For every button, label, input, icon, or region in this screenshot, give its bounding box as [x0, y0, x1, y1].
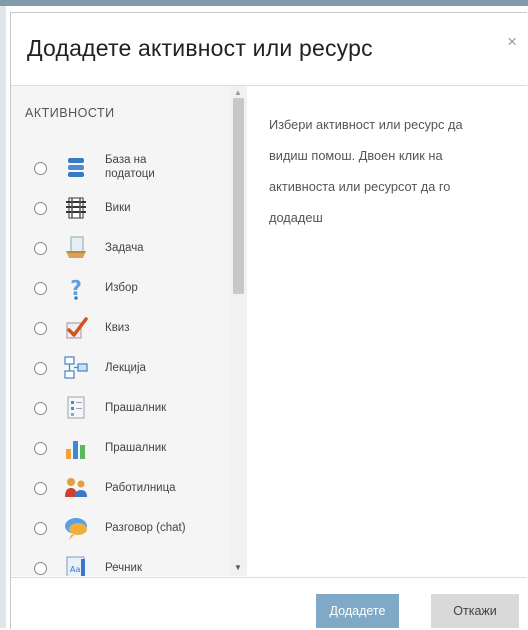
radio-button[interactable]: [34, 442, 47, 455]
option-label: Вики: [105, 202, 131, 214]
option-label: Разговор (chat): [105, 522, 186, 534]
feedback-icon: [67, 396, 85, 419]
scroll-down-arrow-icon[interactable]: ▼: [234, 563, 242, 572]
wiki-icon: [66, 197, 86, 219]
scroll-up-arrow-icon[interactable]: ▲: [234, 88, 242, 97]
options-scrollbar[interactable]: ▲ ▼: [230, 86, 247, 576]
option-quiz[interactable]: Квиз: [11, 309, 231, 349]
option-label: Прашалник: [105, 442, 167, 454]
quiz-icon: [66, 317, 88, 339]
add-button[interactable]: Додадете: [316, 594, 399, 628]
option-label: Задача: [105, 242, 144, 254]
option-glossary[interactable]: Aa Речник: [11, 549, 231, 576]
option-workshop[interactable]: Работилница: [11, 469, 231, 509]
scrollbar-thumb[interactable]: [233, 98, 244, 294]
radio-button[interactable]: [34, 202, 47, 215]
lesson-icon: [64, 356, 88, 379]
add-activity-dialog: Додадете активност или ресурс × АКТИВНОС…: [10, 12, 527, 630]
glossary-icon: Aa: [66, 556, 85, 576]
radio-button[interactable]: [34, 282, 47, 295]
radio-button[interactable]: [34, 362, 47, 375]
workshop-icon: [65, 478, 87, 497]
survey-icon: [66, 441, 85, 459]
section-title-activities: АКТИВНОСТИ: [25, 106, 115, 120]
option-chat[interactable]: Разговор (chat): [11, 509, 231, 549]
option-choice[interactable]: ? Избор: [11, 269, 231, 309]
page-left-edge: [0, 6, 6, 628]
option-label: Речник: [105, 562, 142, 574]
option-label: Работилница: [105, 482, 176, 494]
option-assignment[interactable]: Задача: [11, 229, 231, 269]
radio-button[interactable]: [34, 242, 47, 255]
page-top-border: [0, 0, 528, 6]
cancel-button[interactable]: Откажи: [431, 594, 519, 628]
option-feedback[interactable]: Прашалник: [11, 389, 231, 429]
option-database[interactable]: База на податоци: [11, 149, 231, 189]
radio-button[interactable]: [34, 322, 47, 335]
svg-text:Aa: Aa: [70, 565, 80, 574]
chat-icon: [65, 518, 87, 540]
option-wiki[interactable]: Вики: [11, 189, 231, 229]
radio-button[interactable]: [34, 402, 47, 415]
assignment-icon: [66, 236, 86, 258]
dialog-title: Додадете активност или ресурс: [27, 35, 373, 61]
option-label: Квиз: [105, 322, 130, 334]
activity-options-panel: АКТИВНОСТИ База на податоци Вики Задача …: [11, 86, 247, 576]
close-icon[interactable]: ×: [507, 33, 517, 50]
dialog-footer: Додадете Откажи: [11, 577, 527, 630]
radio-button[interactable]: [34, 562, 47, 575]
option-label: База на податоци: [105, 154, 155, 180]
choice-icon: ?: [70, 276, 82, 300]
help-text: Избери активност или ресурс да видиш пом…: [269, 117, 463, 225]
dialog-header: Додадете активност или ресурс ×: [11, 13, 527, 86]
option-label: Лекција: [105, 362, 146, 374]
option-label: Прашалник: [105, 402, 167, 414]
option-label: Избор: [105, 282, 138, 294]
radio-button[interactable]: [34, 162, 47, 175]
radio-button[interactable]: [34, 482, 47, 495]
radio-button[interactable]: [34, 522, 47, 535]
option-survey[interactable]: Прашалник: [11, 429, 231, 469]
option-lesson[interactable]: Лекција: [11, 349, 231, 389]
database-icon: [68, 158, 84, 177]
